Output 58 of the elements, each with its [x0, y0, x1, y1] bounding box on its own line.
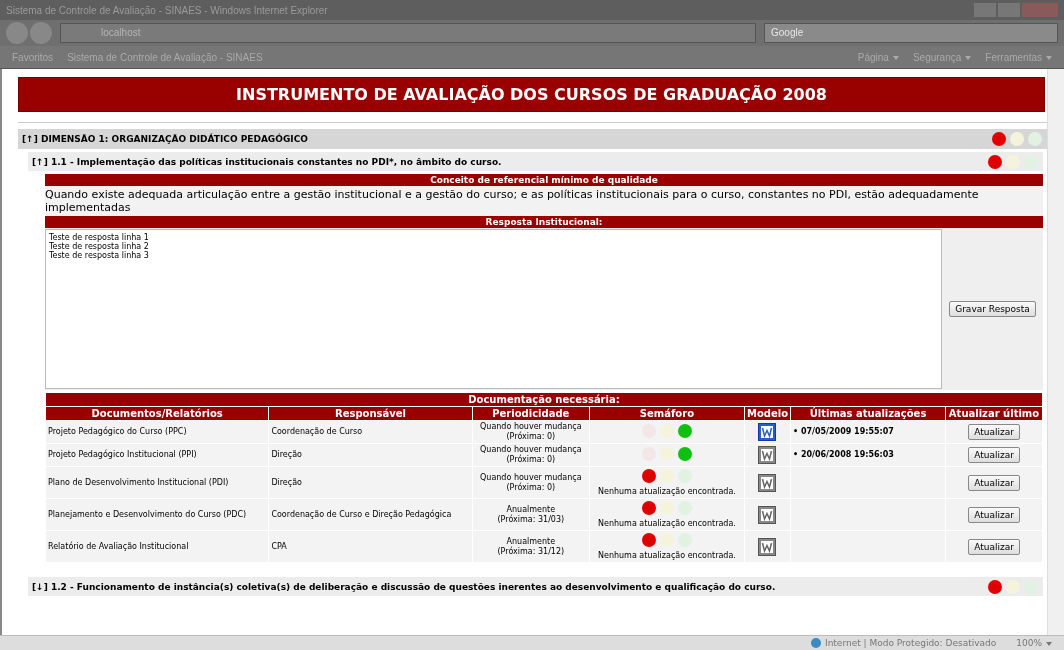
table-cell: Plano de Desenvolvimento Institucional (PDI) [45, 466, 269, 499]
word-document-icon[interactable] [758, 473, 777, 492]
table-cell: Coordenação de Curso e Direção Pedagógica [268, 498, 473, 531]
periodicity-text: Anualmente [505, 536, 557, 546]
indicator-header[interactable]: [↑] 1.1 - Implementação das políticas institucionais constantes no PDI*, no âmbito do curso. [28, 152, 1043, 171]
section-header: Documentação necessária: [45, 392, 1043, 407]
last-update-text: • 07/05/2009 19:55:07 [793, 427, 894, 436]
update-button[interactable]: Atualizar [968, 424, 1020, 440]
next-date-text: (Próxima: 31/03) [496, 514, 566, 525]
word-document-icon[interactable] [758, 446, 777, 464]
security-zone-text: Internet | Modo Protegido: Desativado [811, 638, 997, 648]
table-cell: Planejamento e Desenvolvimento do Curso (PDC) [45, 498, 269, 531]
table-cell: CPA [268, 530, 473, 563]
table-cell: Projeto Pedagógico do Curso (PPC) [45, 420, 269, 444]
table-cell: Coordenação de Curso [268, 420, 473, 444]
table-cell: Projeto Pedagógico Institucional (PPI) [45, 443, 269, 467]
periodicity-text: Quando houver mudança [479, 472, 583, 482]
word-document-icon[interactable] [758, 537, 777, 556]
indicator-title: [↓] 1.2 - Funcionamento de instância(s) coletiva(s) de deliberação e discussão de questões inerentes ao desenvolvimento e qualificação do curso. [32, 581, 776, 592]
status-note: Nenhuma atualização encontrada. [597, 551, 737, 561]
table-cell: Direção [268, 443, 473, 467]
toggle-link[interactable]: [↑] [32, 156, 48, 167]
next-date-text: (Próxima: 0) [505, 455, 557, 465]
table-cell: Relatório de Avaliação Institucional [45, 530, 269, 563]
caret-icon [965, 55, 972, 60]
periodicity-text: Quando houver mudança [479, 422, 583, 431]
page-title: INSTRUMENTO DE AVALIAÇÃO DOS CURSOS DE GRADUAÇÃO 2008 [18, 77, 1045, 112]
dimension-title: [↑] DIMENSÃO 1: ORGANIZAÇÃO DIDÁTICO PEDAGÓGICO [22, 134, 308, 144]
scrollbar[interactable] [1047, 69, 1064, 635]
update-button[interactable]: Atualizar [968, 447, 1020, 463]
next-date-text: (Próxima: 0) [505, 482, 557, 493]
save-button[interactable]: Gravar Resposta [949, 301, 1036, 317]
periodicity-text: Quando houver mudança [479, 445, 583, 454]
caret-icon [892, 55, 899, 60]
next-date-text: (Próxima: 0) [505, 432, 557, 442]
concept-text: Quando existe adequada articulação entre a gestão institucional e a gestão do curso; e as políticas institucionais para o curso, constantes no PDI, estão adequadamente implementadas [45, 186, 1043, 216]
caret-icon [1046, 55, 1052, 60]
indicator-title: [↑] 1.1 - Implementação das políticas institucionais constantes no PDI*, no âmbito do curso. [32, 156, 502, 167]
section-header: Resposta Institucional: [45, 216, 1043, 228]
dimension-header[interactable]: [↑] DIMENSÃO 1: ORGANIZAÇÃO DIDÁTICO PEDAGÓGICO [18, 129, 1047, 149]
section-header: Conceito de referencial mínimo de qualidade [45, 174, 1043, 186]
periodicity-text: Anualmente [505, 504, 557, 514]
update-button[interactable]: Atualizar [968, 474, 1020, 491]
indicator-header[interactable]: [↓] 1.2 - Funcionamento de instância(s) coletiva(s) de deliberação e discussão de questões inerentes ao desenvolvimento e qualificação do curso. [28, 577, 1043, 596]
update-button[interactable]: Atualizar [968, 538, 1020, 555]
table-cell: Direção [268, 466, 473, 499]
toggle-link[interactable]: [↑] [22, 134, 38, 144]
next-date-text: (Próxima: 31/12) [496, 546, 566, 557]
update-button[interactable]: Atualizar [968, 506, 1020, 523]
zoom-control[interactable]: 100% [1016, 638, 1052, 648]
caret-icon [1046, 641, 1052, 646]
toggle-link[interactable]: [↓] [32, 581, 48, 592]
status-note: Nenhuma atualização encontrada. [597, 519, 737, 529]
status-note: Nenhuma atualização encontrada. [597, 487, 737, 497]
answer-field[interactable]: Teste de resposta linha 1 Teste de resposta linha 2 Teste de resposta linha 3 [45, 229, 942, 389]
word-document-icon[interactable] [758, 423, 777, 441]
last-update-text: • 20/06/2008 19:56:03 [793, 450, 894, 459]
word-document-icon[interactable] [758, 505, 777, 524]
